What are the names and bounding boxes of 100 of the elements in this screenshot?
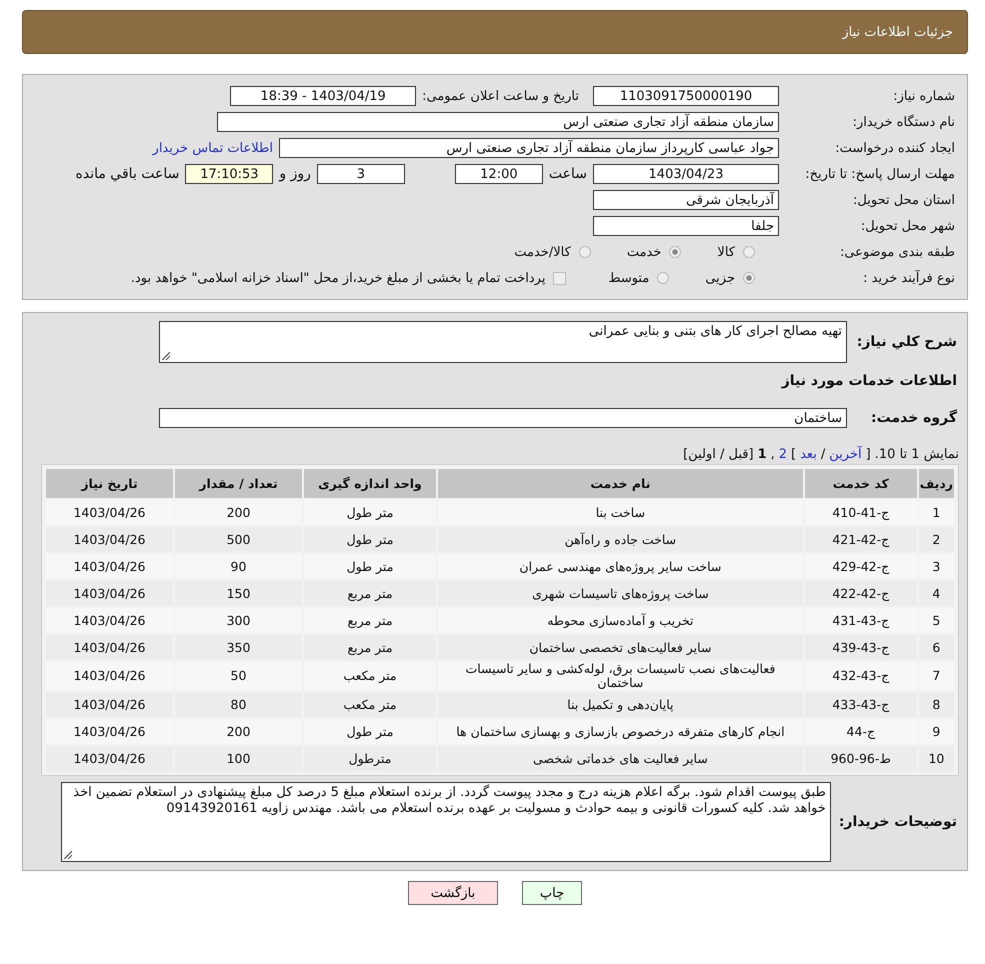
pagination-text: نمایش 1 تا 10. [ bbox=[866, 447, 959, 462]
table-cell: متر مکعب bbox=[304, 692, 436, 717]
table-cell: 1403/04/26 bbox=[46, 554, 173, 579]
pagination-link[interactable]: 2 bbox=[778, 447, 788, 462]
radio-label: متوسط bbox=[608, 270, 650, 286]
resize-grip-icon bbox=[64, 851, 72, 859]
table-cell: 150 bbox=[175, 581, 302, 606]
table-cell: ج-42-422 bbox=[804, 581, 917, 606]
table-cell: مترطول bbox=[304, 746, 436, 771]
table-cell: ج-44 bbox=[804, 719, 917, 744]
radio-button[interactable] bbox=[657, 272, 670, 284]
table-cell: ساخت جاده و راه‌آهن bbox=[438, 527, 803, 552]
field-label: شهر محل تحویل: bbox=[860, 218, 956, 234]
pagination-link[interactable]: آخرین bbox=[829, 447, 862, 462]
field-label: شرح کلي نیاز: bbox=[856, 334, 958, 350]
table-cell: سایر فعالیت های خدماتی شخصی bbox=[438, 746, 803, 771]
remaining-time-field: 17:10:53 bbox=[185, 164, 274, 184]
table-cell: ج-43-439 bbox=[804, 635, 917, 660]
need-number-field: 1103091750000190 bbox=[593, 86, 779, 106]
table-cell: 4 bbox=[918, 581, 954, 606]
radio-label: کالا/خدمت bbox=[514, 244, 571, 260]
remaining-label: ساعت باقي مانده bbox=[74, 166, 180, 182]
pagination-text: ] bbox=[791, 447, 796, 462]
field-label: توضیحات خریدار: bbox=[838, 814, 958, 830]
field-label: طبقه بندی موضوعی: bbox=[838, 244, 956, 260]
table-cell: 1403/04/26 bbox=[46, 662, 173, 690]
table-cell: 3 bbox=[918, 554, 954, 579]
deadline-date-field: 1403/04/23 bbox=[593, 164, 779, 184]
column-header: ردیف bbox=[918, 469, 954, 498]
summary-textarea[interactable]: تهیه مصالح اجرای کار های بتنی و بنایی عمرانی bbox=[159, 321, 847, 363]
table-cell: 2 bbox=[918, 527, 954, 552]
table-cell: 1403/04/26 bbox=[46, 635, 173, 660]
table-cell: متر طول bbox=[304, 554, 436, 579]
days-label: روز و bbox=[278, 166, 312, 182]
table-cell: 1403/04/26 bbox=[46, 692, 173, 717]
table-cell: ج-42-421 bbox=[804, 527, 917, 552]
radio-button[interactable] bbox=[743, 272, 755, 284]
radio-label: خدمت bbox=[626, 244, 662, 260]
radio-button[interactable] bbox=[669, 246, 682, 258]
checkbox[interactable] bbox=[553, 272, 566, 284]
table-cell: سایر فعالیت‌های تخصصی ساختمان bbox=[438, 635, 803, 660]
province-field: آذربایجان شرقی bbox=[593, 190, 779, 210]
table-cell: ساخت بنا bbox=[438, 500, 803, 525]
table-cell: فعالیت‌های نصب تاسیسات برق، لوله‌کشی و سایر تاسیسات ساختمان bbox=[438, 662, 803, 690]
radio-button[interactable] bbox=[578, 246, 591, 258]
table-cell: 90 bbox=[175, 554, 302, 579]
table-cell: 10 bbox=[918, 746, 954, 771]
table-cell: ج-43-432 bbox=[804, 662, 917, 690]
table-cell: 1403/04/26 bbox=[46, 581, 173, 606]
days-field: 3 bbox=[316, 164, 405, 184]
field-label: تاریخ و ساعت اعلان عمومی: bbox=[421, 88, 580, 104]
column-header: کد خدمت bbox=[804, 469, 917, 498]
field-label: استان محل تحویل: bbox=[852, 192, 956, 208]
table-cell: 5 bbox=[918, 608, 954, 633]
field-label: شماره نیاز: bbox=[892, 88, 956, 104]
table-cell: متر مربع bbox=[304, 608, 436, 633]
time-label: ساعت bbox=[548, 166, 588, 182]
current-page: 1 bbox=[758, 447, 767, 462]
pagination-link[interactable]: بعد bbox=[800, 447, 817, 462]
column-header: نام خدمت bbox=[438, 469, 803, 498]
table-cell: 1403/04/26 bbox=[46, 608, 173, 633]
table-cell: متر مربع bbox=[304, 635, 436, 660]
field-label: مهلت ارسال پاسخ: تا تاریخ: bbox=[804, 166, 956, 182]
table-cell: متر مربع bbox=[304, 581, 436, 606]
city-field: جلفا bbox=[593, 216, 779, 236]
table-cell: 300 bbox=[175, 608, 302, 633]
table-cell: 1403/04/26 bbox=[46, 527, 173, 552]
table-cell: 350 bbox=[175, 635, 302, 660]
table-cell: ساخت سایر پروژه‌های مهندسی عمران bbox=[438, 554, 803, 579]
field-label: ایجاد کننده درخواست: bbox=[834, 140, 956, 156]
table-cell: متر طول bbox=[304, 719, 436, 744]
table-cell: 80 bbox=[175, 692, 302, 717]
table-cell: 8 bbox=[918, 692, 954, 717]
field-label: نوع فرآیند خرید : bbox=[862, 270, 956, 286]
creator-field: جواد عباسی کارپرداز سازمان منطقه آزاد تجاری صنعتی ارس bbox=[279, 138, 779, 158]
column-header: تعداد / مقدار bbox=[175, 469, 302, 498]
section-title: اطلاعات خدمات مورد نیاز bbox=[782, 372, 958, 391]
checkbox-label: پرداخت تمام یا بخشی از مبلغ خرید،از محل "اسناد خزانه اسلامی" خواهد بود. bbox=[130, 270, 546, 286]
table-cell: متر طول bbox=[304, 500, 436, 525]
table-cell: تخریب و آماده‌سازی محوطه bbox=[438, 608, 803, 633]
table-cell: 500 bbox=[175, 527, 302, 552]
buyer-contact-link[interactable]: اطلاعات تماس خریدار bbox=[152, 140, 273, 156]
page-title: جزئیات اطلاعات نیاز bbox=[842, 24, 953, 40]
deadline-time-field: 12:00 bbox=[454, 164, 543, 184]
table-cell: ساخت پروژه‌های تاسیسات شهری bbox=[438, 581, 803, 606]
action-button[interactable]: چاپ bbox=[522, 881, 582, 905]
field-label: گروه خدمت: bbox=[870, 410, 958, 426]
pagination-text: [قبل / اولین] bbox=[683, 447, 754, 462]
action-button[interactable]: بازگشت bbox=[408, 881, 498, 905]
table-cell: 7 bbox=[918, 662, 954, 690]
service-group-field: ساختمان bbox=[159, 408, 847, 428]
table-cell: ج-41-410 bbox=[804, 500, 917, 525]
buyer-notes-textarea[interactable]: طبق پیوست اقدام شود. برگه اعلام هزینه درج و مجدد پیوست گردد. از برنده استعلام مبلغ 5 درصد کل مبلغ پیشنهادی در استعلام تضمین اخذ خواهد شد. کلیه کسورات قانونی و بیمه حوادث و مسولیت بر عهده برنده استعلام می باشد. مهندس زاویه 09143920161 bbox=[60, 782, 831, 862]
radio-label: کالا bbox=[717, 244, 735, 260]
table-cell: 50 bbox=[175, 662, 302, 690]
radio-button[interactable] bbox=[743, 246, 755, 258]
table-cell: ج-42-429 bbox=[804, 554, 917, 579]
table-cell: 100 bbox=[175, 746, 302, 771]
table-cell: 200 bbox=[175, 719, 302, 744]
table-cell: 200 bbox=[175, 500, 302, 525]
